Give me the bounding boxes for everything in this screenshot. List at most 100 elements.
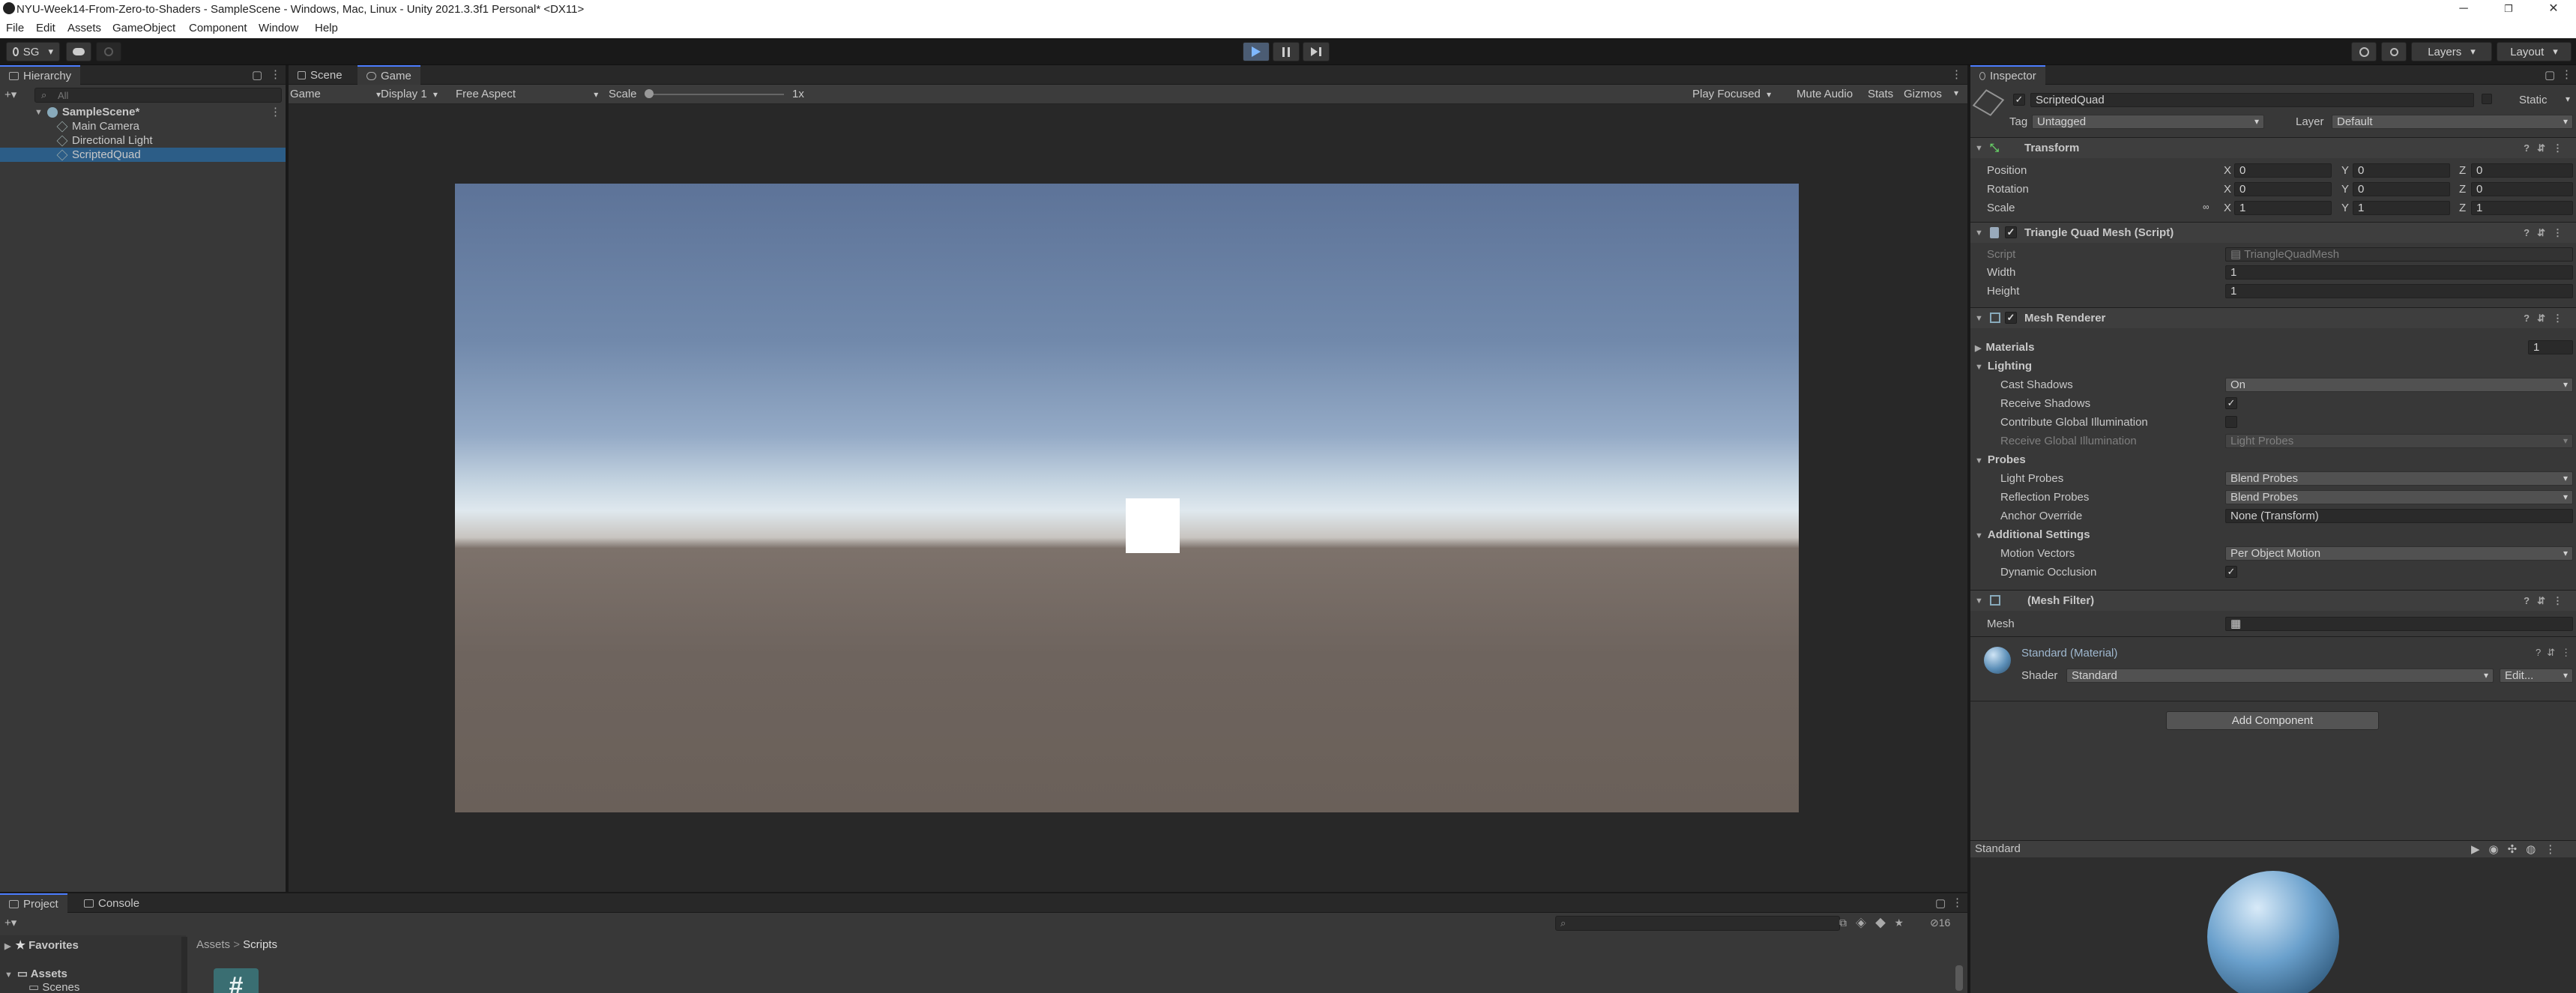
- component-menu-icons[interactable]: ?⇵⋮: [2524, 595, 2570, 607]
- tag-dropdown[interactable]: Untagged: [2032, 115, 2264, 129]
- material-preview-sphere[interactable]: [2207, 871, 2339, 993]
- step-button[interactable]: [1303, 42, 1330, 61]
- cloud-button[interactable]: [66, 42, 91, 61]
- rotation-y-field[interactable]: 0: [2353, 182, 2450, 196]
- menu-component[interactable]: Component: [189, 22, 247, 34]
- stats-toggle[interactable]: Stats: [1868, 88, 1893, 100]
- scale-y-field[interactable]: 1: [2353, 201, 2450, 215]
- collab-button[interactable]: [96, 42, 121, 61]
- minimize-button[interactable]: ─: [2455, 1, 2473, 16]
- hidden-packages-toggle[interactable]: ⊘16: [1930, 917, 1950, 929]
- mesh-renderer-header[interactable]: ▼ ✓ Mesh Renderer ?⇵⋮: [1970, 307, 2576, 328]
- motion-vectors-dropdown[interactable]: Per Object Motion: [2225, 546, 2573, 561]
- favorites-foldout[interactable]: ▶ ★ Favorites: [4, 938, 79, 952]
- tab-project[interactable]: Project: [0, 893, 67, 913]
- width-field[interactable]: 1: [2225, 265, 2573, 280]
- menu-gameobject[interactable]: GameObject: [112, 22, 175, 34]
- kebab-menu-icon[interactable]: ⋮: [1951, 67, 1962, 81]
- layers-dropdown[interactable]: Layers: [2411, 42, 2492, 61]
- probes-foldout[interactable]: ▼ Probes: [1975, 453, 2026, 466]
- csharp-script-asset-icon[interactable]: #: [214, 968, 259, 993]
- game-viewport[interactable]: [455, 184, 1799, 812]
- mute-audio-toggle[interactable]: Mute Audio: [1797, 88, 1853, 100]
- hierarchy-item-directional-light[interactable]: Directional Light: [0, 133, 286, 148]
- preview-controls-icons[interactable]: ▶◉✣◍⋮: [2471, 842, 2565, 856]
- rotation-x-field[interactable]: 0: [2234, 182, 2332, 196]
- static-dropdown-icon[interactable]: ▾: [2566, 94, 2570, 104]
- object-name-field[interactable]: ScriptedQuad: [2030, 93, 2474, 107]
- tab-scene[interactable]: Scene: [289, 65, 352, 85]
- tab-console[interactable]: Console: [75, 893, 148, 913]
- materials-foldout[interactable]: ▶ Materials: [1975, 341, 2035, 354]
- lock-icon[interactable]: ▢: [252, 68, 262, 82]
- reflection-probes-dropdown[interactable]: Blend Probes: [2225, 490, 2573, 504]
- component-menu-icons[interactable]: ?⇵⋮: [2524, 142, 2570, 154]
- maximize-button[interactable]: ❐: [2500, 1, 2518, 16]
- hierarchy-item-main-camera[interactable]: Main Camera: [0, 119, 286, 133]
- scenes-folder[interactable]: ▭ Scenes: [28, 980, 79, 993]
- constrain-proportions-icon[interactable]: ∞: [2203, 202, 2209, 212]
- menu-assets[interactable]: Assets: [67, 22, 101, 34]
- breadcrumb-scripts[interactable]: Scripts: [243, 938, 277, 951]
- scene-menu-icon[interactable]: ⋮: [270, 105, 281, 118]
- contribute-gi-checkbox[interactable]: [2225, 416, 2237, 428]
- pause-button[interactable]: [1273, 42, 1300, 61]
- height-field[interactable]: 1: [2225, 284, 2573, 298]
- view-mode-dropdown[interactable]: Game ▾: [290, 88, 381, 100]
- lock-icon[interactable]: ▢: [2545, 68, 2555, 82]
- materials-count-field[interactable]: 1: [2528, 340, 2573, 354]
- script-enabled-checkbox[interactable]: ✓: [2005, 226, 2017, 238]
- script-component-header[interactable]: ▼ ✓ Triangle Quad Mesh (Script) ?⇵⋮: [1970, 222, 2576, 243]
- kebab-menu-icon[interactable]: ⋮: [270, 67, 281, 81]
- material-menu-icons[interactable]: ?⇵⋮: [2536, 647, 2576, 659]
- tree-scrollbar[interactable]: [181, 937, 187, 993]
- static-checkbox[interactable]: [2482, 94, 2492, 104]
- scale-slider-track[interactable]: [649, 94, 784, 95]
- history-button[interactable]: [2351, 42, 2377, 61]
- kebab-menu-icon[interactable]: ⋮: [1952, 896, 1963, 909]
- active-checkbox[interactable]: ✓: [2013, 94, 2025, 106]
- gizmos-toggle[interactable]: Gizmos: [1904, 88, 1942, 100]
- breadcrumb-assets[interactable]: Assets: [196, 938, 230, 951]
- add-object-button[interactable]: +▾: [4, 88, 16, 101]
- component-menu-icons[interactable]: ?⇵⋮: [2524, 227, 2570, 239]
- display-dropdown[interactable]: Display 1 ▾: [381, 88, 438, 100]
- menu-edit[interactable]: Edit: [36, 22, 55, 34]
- menu-help[interactable]: Help: [315, 22, 338, 34]
- tab-inspector[interactable]: Inspector: [1970, 65, 2045, 85]
- cast-shadows-dropdown[interactable]: On: [2225, 378, 2573, 392]
- component-menu-icons[interactable]: ?⇵⋮: [2524, 313, 2570, 325]
- kebab-menu-icon[interactable]: ⋮: [2561, 67, 2572, 81]
- additional-settings-foldout[interactable]: ▼ Additional Settings: [1975, 528, 2090, 541]
- lighting-foldout[interactable]: ▼ Lighting: [1975, 360, 2032, 372]
- create-asset-button[interactable]: +▾: [4, 916, 16, 929]
- scale-z-field[interactable]: 1: [2471, 201, 2573, 215]
- lock-icon[interactable]: ▢: [1935, 896, 1946, 910]
- play-focused-dropdown[interactable]: Play Focused ▾: [1692, 88, 1771, 100]
- aspect-dropdown[interactable]: Free Aspect ▾: [456, 88, 598, 100]
- hierarchy-scene-row[interactable]: ▼ SampleScene* ⋮: [0, 105, 286, 119]
- search-button[interactable]: [2381, 42, 2407, 61]
- menu-file[interactable]: File: [6, 22, 24, 34]
- gizmos-dropdown-icon[interactable]: ▾: [1954, 88, 1958, 98]
- scale-slider-thumb[interactable]: [645, 89, 654, 98]
- tab-game[interactable]: Game: [358, 65, 420, 85]
- position-y-field[interactable]: 0: [2353, 163, 2450, 178]
- layout-dropdown[interactable]: Layout: [2497, 42, 2572, 61]
- position-x-field[interactable]: 0: [2234, 163, 2332, 178]
- receive-shadows-checkbox[interactable]: ✓: [2225, 397, 2237, 409]
- project-scrollbar[interactable]: [1955, 965, 1963, 991]
- mesh-field[interactable]: ▦: [2225, 617, 2573, 631]
- shader-dropdown[interactable]: Standard: [2066, 668, 2494, 683]
- assets-folder[interactable]: ▼ ▭ Assets: [4, 967, 67, 980]
- account-dropdown[interactable]: SG: [6, 42, 60, 61]
- position-z-field[interactable]: 0: [2471, 163, 2573, 178]
- menu-window[interactable]: Window: [259, 22, 298, 34]
- close-button[interactable]: ✕: [2545, 1, 2563, 16]
- anchor-override-field[interactable]: None (Transform): [2225, 509, 2573, 523]
- hierarchy-item-scriptedquad[interactable]: ScriptedQuad: [0, 148, 286, 162]
- light-probes-dropdown[interactable]: Blend Probes: [2225, 471, 2573, 486]
- shader-edit-button[interactable]: Edit...: [2500, 668, 2573, 683]
- transform-header[interactable]: ▼ ⤡ Transform ?⇵⋮: [1970, 137, 2576, 158]
- play-button[interactable]: [1243, 42, 1270, 61]
